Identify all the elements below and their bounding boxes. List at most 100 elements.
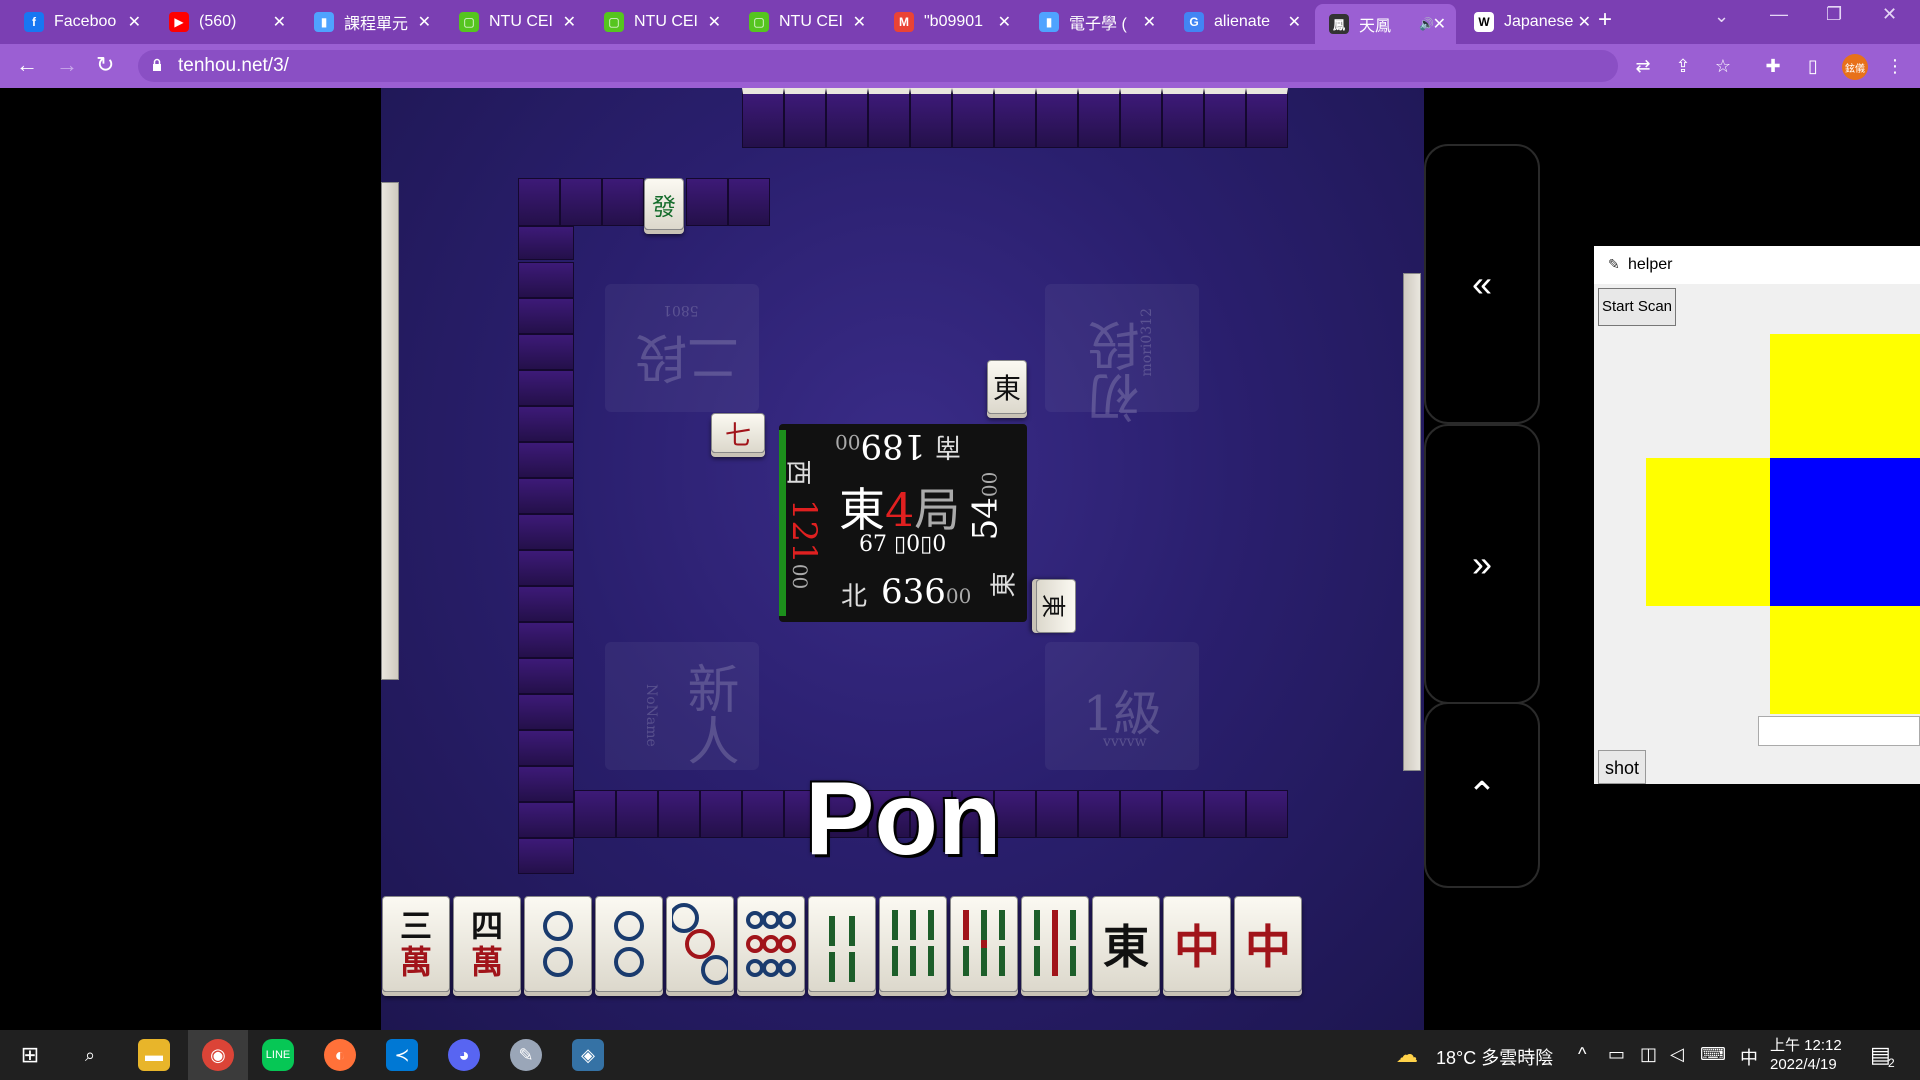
bookmark-star-icon[interactable]: ☆ (1712, 56, 1734, 78)
restore-button[interactable]: ❐ (1826, 4, 1842, 25)
paint-icon[interactable]: ✎ (510, 1039, 542, 1071)
scroll-up-button[interactable]: ⌃ (1424, 702, 1540, 888)
hand-tile[interactable] (666, 896, 734, 992)
close-tab-icon[interactable]: ✕ (1433, 14, 1446, 34)
tab-8[interactable]: Galienate ✕ (1170, 6, 1311, 38)
hand-tile[interactable] (879, 896, 947, 992)
shot-button[interactable]: shot (1598, 750, 1646, 784)
close-tab-icon[interactable]: ✕ (418, 12, 431, 32)
tab-3[interactable]: ▢ NTU CEI ✕ (445, 6, 586, 38)
wall-tile (518, 334, 574, 370)
extensions-icon[interactable]: ✚ (1762, 56, 1784, 78)
forward-button[interactable]: → (56, 52, 78, 78)
discard-tile-left: 七 (711, 413, 765, 453)
wall-tile (952, 88, 994, 148)
hand-tile[interactable] (808, 896, 876, 992)
hand-tile[interactable]: 三萬 (382, 896, 450, 992)
chrome-icon[interactable]: ◉ (202, 1039, 234, 1071)
vscode-icon[interactable]: ≺ (386, 1039, 418, 1071)
volume-icon[interactable]: ◁ (1670, 1044, 1684, 1065)
minimize-button[interactable]: — (1770, 4, 1788, 25)
hand-tile[interactable] (524, 896, 592, 992)
windows-start-icon[interactable]: ⊞ (14, 1039, 46, 1071)
clock-date[interactable]: 2022/4/19 (1770, 1056, 1837, 1073)
yellow-block-bottom (1770, 606, 1920, 714)
tab-10[interactable]: W Japanese ✕ (1460, 6, 1601, 38)
hand-tile[interactable] (950, 896, 1018, 992)
notification-count: 2 (1888, 1056, 1895, 1070)
wall-tile (1162, 790, 1204, 838)
network-icon[interactable]: ◫ (1640, 1044, 1657, 1065)
line-icon[interactable]: LINE (262, 1039, 294, 1071)
rewind-button[interactable]: « (1424, 144, 1540, 424)
discord-icon[interactable]: ◕ (448, 1039, 480, 1071)
close-tab-icon[interactable]: ✕ (1578, 12, 1591, 32)
close-tab-icon[interactable]: ✕ (1288, 12, 1301, 32)
close-tab-icon[interactable]: ✕ (998, 12, 1011, 32)
wall-tile (518, 730, 574, 766)
close-tab-icon[interactable]: ✕ (273, 12, 286, 32)
hand-tile[interactable]: 中 (1163, 896, 1231, 992)
new-tab-button[interactable]: + (1598, 6, 1612, 34)
tab-5[interactable]: ▢ NTU CEI ✕ (735, 6, 876, 38)
helper-input-field[interactable] (1758, 716, 1920, 746)
wall-tile (742, 790, 784, 838)
battery-icon[interactable]: ▭ (1608, 1044, 1625, 1065)
tab-6[interactable]: M "b09901 ✕ (880, 6, 1021, 38)
keyboard-icon[interactable]: ⌨ (1700, 1044, 1726, 1065)
hand-tile[interactable] (595, 896, 663, 992)
hand-tile[interactable] (737, 896, 805, 992)
hand-tile[interactable] (1021, 896, 1089, 992)
tab-1[interactable]: ▶ (560) ✕ (155, 6, 296, 38)
close-tab-icon[interactable]: ✕ (853, 12, 866, 32)
tab-4[interactable]: ▢ NTU CEI ✕ (590, 6, 731, 38)
close-window-button[interactable]: ✕ (1882, 4, 1897, 25)
hand-tile[interactable]: 中 (1234, 896, 1302, 992)
tab-search-icon[interactable]: ⌄ (1714, 6, 1729, 27)
tab-0[interactable]: f Faceboo ✕ (10, 6, 151, 38)
tab-title: 電子學 ( (1069, 16, 1127, 33)
wall-tile (1162, 88, 1204, 148)
wall-tile (1078, 88, 1120, 148)
close-tab-icon[interactable]: ✕ (563, 12, 576, 32)
chart-icon: ▮ (314, 12, 334, 32)
tab-7[interactable]: ▮ 電子學 (✕ (1025, 6, 1166, 38)
close-tab-icon[interactable]: ✕ (128, 12, 141, 32)
start-scan-button[interactable]: Start Scan (1598, 288, 1676, 326)
reload-button[interactable]: ↻ (96, 52, 114, 78)
tray-chevron-icon[interactable]: ^ (1578, 1044, 1586, 1065)
share-icon[interactable]: ⇪ (1672, 56, 1694, 78)
wall-tile (518, 514, 574, 550)
hand-tile[interactable]: 四萬 (453, 896, 521, 992)
back-button[interactable]: ← (16, 52, 38, 78)
firefox-icon[interactable]: ◐ (324, 1039, 356, 1071)
tab-2[interactable]: ▮ 課程單元 ✕ (300, 6, 441, 38)
side-panel-icon[interactable]: ▯ (1802, 56, 1824, 78)
ntu-icon: ▢ (459, 12, 479, 32)
tab-title: (560) (199, 13, 237, 30)
search-icon[interactable]: ⌕ (74, 1039, 106, 1071)
wall-tile (1036, 790, 1078, 838)
profile-avatar[interactable]: 鉉儀 (1842, 54, 1868, 80)
address-bar[interactable]: tenhou.net/3/ (138, 50, 1618, 82)
file-explorer-icon[interactable]: ▬ (138, 1039, 170, 1071)
ime-indicator[interactable]: 中 (1740, 1044, 1758, 1070)
facebook-icon: f (24, 12, 44, 32)
menu-icon[interactable]: ⋮ (1884, 56, 1906, 78)
close-tab-icon[interactable]: ✕ (1143, 12, 1156, 32)
tab-9[interactable]: 鳳天鳳 🔊 ✕ (1315, 4, 1456, 44)
called-tile: 發 (644, 178, 684, 230)
wall-tile (742, 88, 784, 148)
wall-tile (518, 370, 574, 406)
close-tab-icon[interactable]: ✕ (708, 12, 721, 32)
hand-tile[interactable]: 東 (1092, 896, 1160, 992)
feather-icon: ✎ (1608, 256, 1620, 272)
tab-title: Japanese (1504, 13, 1574, 30)
translate-icon[interactable]: ⇄ (1632, 56, 1654, 78)
python-icon[interactable]: ◈ (572, 1039, 604, 1071)
clock-time[interactable]: 上午 12:12 (1770, 1034, 1842, 1055)
forward-step-button[interactable]: » (1424, 424, 1540, 704)
center-score-panel: 18900 南 西 12100 5400 東 東4局 67 ▯0▯0 北 636… (779, 424, 1027, 622)
windows-taskbar: ⊞ ⌕ ▬ ◉ LINE ◐ ≺ ◕ ✎ ◈ ☁ 18°C 多雲時陰 ^ ▭ ◫… (0, 1030, 1920, 1080)
weather-text[interactable]: 18°C 多雲時陰 (1436, 1044, 1553, 1070)
